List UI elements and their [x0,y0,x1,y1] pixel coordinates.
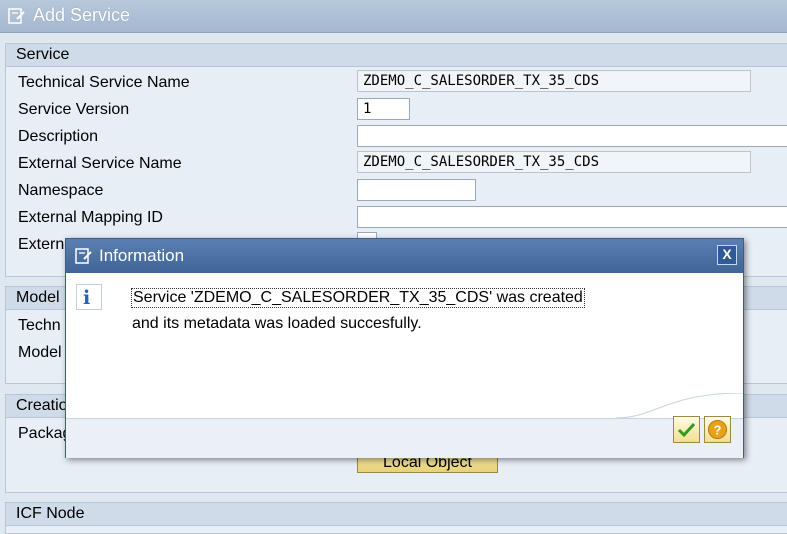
external-mapping-id-field[interactable] [357,206,787,228]
namespace-field[interactable] [357,179,476,201]
label-model-techn: Techn [18,317,61,334]
service-group-header: Service [6,44,787,67]
dialog-header: Information X [66,239,743,273]
label-external-mapping-id: External Mapping ID [18,209,163,226]
technical-service-name-field[interactable]: ZDEMO_C_SALESORDER_TX_35_CDS [357,70,751,92]
help-button[interactable]: ? [704,416,731,443]
title-bar: Add Service [0,0,787,33]
dialog-footer: ? [66,416,743,458]
window-title: Add Service [33,5,131,25]
information-dialog: Information X i Service 'ZDEMO_C_SALESOR… [65,238,744,458]
label-extern: Extern [18,236,65,253]
label-service-version: Service Version [18,101,130,118]
label-package: Packag [18,425,72,442]
svg-text:?: ? [714,423,722,438]
info-icon: i [76,284,102,310]
label-external-service-name: External Service Name [18,155,182,172]
description-field[interactable] [357,125,787,147]
message-line-1: Service 'ZDEMO_C_SALESORDER_TX_35_CDS' w… [131,288,585,308]
continue-button[interactable] [673,416,700,443]
label-namespace: Namespace [18,182,104,199]
label-technical-service-name: Technical Service Name [18,74,190,91]
decorative-curve [616,393,743,418]
close-button[interactable]: X [717,245,737,265]
service-version-field[interactable]: 1 [357,98,410,120]
label-description: Description [18,128,99,145]
help-question-icon: ? [708,420,727,439]
message-line-2: and its metadata was loaded succesfully. [132,315,422,332]
external-service-name-field[interactable]: ZDEMO_C_SALESORDER_TX_35_CDS [357,151,751,173]
dialog-title: Information [99,246,185,265]
check-icon [677,422,696,438]
edit-icon [8,7,26,30]
dialog-body: i Service 'ZDEMO_C_SALESORDER_TX_35_CDS'… [66,273,743,418]
icf-node-group: ICF Node [5,502,787,534]
edit-icon [75,247,93,270]
label-model-model: Model [18,344,62,361]
icf-node-group-header: ICF Node [6,503,787,526]
